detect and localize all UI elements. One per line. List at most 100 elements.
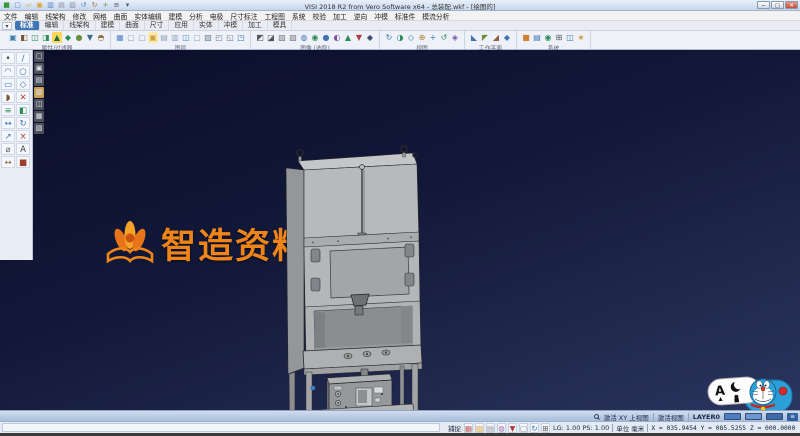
layer-color-button[interactable] [766, 413, 783, 420]
ribbon-tab[interactable]: 尺寸 [145, 21, 170, 30]
select-poly-icon[interactable]: ▨ [288, 32, 298, 43]
rotate-icon[interactable]: ↻ [16, 117, 30, 129]
ribbon-tab[interactable]: 标准 [15, 21, 40, 30]
ribbon-tab[interactable]: 曲面 [120, 21, 145, 30]
menu-item[interactable]: 系统 [292, 11, 306, 21]
filter-text-icon[interactable]: ▼ [85, 32, 95, 43]
ribbon-tab[interactable]: 加工 [243, 21, 268, 30]
dimension-icon[interactable]: ↔ [1, 156, 15, 168]
layer-visibility-icon[interactable]: ▢ [137, 32, 147, 43]
snap-endpoint-icon[interactable]: ▦ [464, 423, 473, 433]
layer-copy-icon[interactable]: ▥ [170, 32, 180, 43]
layer-merge-icon[interactable]: ◱ [225, 32, 235, 43]
view-pan-icon[interactable]: + [428, 32, 438, 43]
minimize-button[interactable]: ─ [757, 1, 770, 9]
workplane-flip-icon[interactable]: ◢ [491, 32, 501, 43]
select-last-icon[interactable]: ◆ [365, 32, 375, 43]
snap-grid-icon[interactable]: ▢ [519, 423, 528, 433]
workplane-align-icon[interactable]: ◤ [480, 32, 490, 43]
ribbon-tab[interactable]: 线架构 [64, 21, 95, 30]
tab-overflow-button[interactable]: ▾ [2, 22, 12, 30]
menu-item[interactable]: 文件 [4, 11, 18, 21]
line-icon[interactable]: / [16, 52, 30, 64]
dock-view-fit-icon[interactable]: ◫ [34, 99, 44, 110]
menu-item[interactable]: 分析 [189, 11, 203, 21]
circle-icon[interactable]: ○ [16, 65, 30, 77]
system-database-icon[interactable]: ▤ [532, 32, 542, 43]
system-window-icon[interactable]: ◫ [565, 32, 575, 43]
snap-midpoint-icon[interactable]: ▨ [475, 423, 484, 433]
attribute-brush-icon[interactable]: ◧ [19, 32, 29, 43]
ribbon-tab[interactable]: 建模 [96, 21, 121, 30]
delete-icon[interactable]: × [16, 130, 30, 142]
text-icon[interactable]: A [16, 143, 30, 155]
layer-group-icon[interactable]: ◰ [214, 32, 224, 43]
close-button[interactable]: ✕ [785, 1, 798, 9]
menu-item[interactable]: 网格 [93, 11, 107, 21]
trim-icon[interactable]: ✕ [16, 91, 30, 103]
menu-item[interactable]: 编辑 [25, 11, 39, 21]
select-single-icon[interactable]: ◩ [255, 32, 265, 43]
system-help-icon[interactable]: ★ [576, 32, 586, 43]
menu-item[interactable]: 冲模 [374, 11, 388, 21]
snap-center-icon[interactable]: ▤ [486, 423, 495, 433]
system-grid-icon[interactable]: ⊞ [554, 32, 564, 43]
view-rotate-icon[interactable]: ↺ [439, 32, 449, 43]
select-box-icon[interactable]: ▧ [277, 32, 287, 43]
layer-color-button[interactable] [724, 413, 741, 420]
filter-wire-icon[interactable]: ◫ [30, 32, 40, 43]
snap-settings-icon[interactable]: ⊞ [541, 423, 550, 433]
snap-refresh-icon[interactable]: ↻ [530, 423, 539, 433]
menu-item[interactable]: 校验 [313, 11, 327, 21]
layer-settings-icon[interactable]: ◳ [236, 32, 246, 43]
menu-item[interactable]: 加工 [333, 11, 347, 21]
dock-view-layers-icon[interactable]: ▧ [34, 123, 44, 134]
menu-item[interactable]: 逆向 [354, 11, 368, 21]
select-add-icon[interactable]: ▲ [343, 32, 353, 43]
select-color-icon[interactable]: ▣ [8, 32, 18, 43]
menu-item[interactable]: 电极 [210, 11, 224, 21]
select-remove-icon[interactable]: ▼ [354, 32, 364, 43]
menu-item[interactable]: 模流分析 [422, 11, 449, 21]
snap-quadrant-icon[interactable]: ▼ [508, 423, 517, 433]
layer-color-button[interactable] [745, 413, 762, 420]
system-settings-icon[interactable]: ■ [521, 32, 531, 43]
layer-off-icon[interactable]: ▢ [192, 32, 202, 43]
statusbar-grip-button[interactable]: ≡ [787, 413, 798, 421]
fillet-icon[interactable]: ◗ [1, 91, 15, 103]
menu-item[interactable]: 修改 [73, 11, 87, 21]
mirror-icon[interactable]: ◧ [16, 104, 30, 116]
layer-filter-icon[interactable]: ▧ [203, 32, 213, 43]
dock-view-front-icon[interactable]: ▣ [34, 63, 44, 74]
machine-model[interactable] [278, 122, 433, 436]
menu-item[interactable]: 线架构 [45, 11, 65, 21]
polygon-icon[interactable]: ◇ [16, 78, 30, 90]
move-icon[interactable]: ↔ [1, 117, 15, 129]
dock-view-iso-icon[interactable]: ▥ [34, 87, 44, 98]
ribbon-tab[interactable]: 冲模 [219, 21, 244, 30]
menu-item[interactable]: 尺寸标注 [230, 11, 257, 21]
system-info-icon[interactable]: ◉ [543, 32, 553, 43]
arc-icon[interactable]: ◠ [1, 65, 15, 77]
command-prompt-field[interactable] [2, 423, 440, 432]
material-icon[interactable]: ■ [16, 156, 30, 168]
offset-icon[interactable]: ≡ [1, 104, 15, 116]
filter-all-icon[interactable]: ◆ [63, 32, 73, 43]
layer-lock-icon[interactable]: ◫ [181, 32, 191, 43]
layer-selector[interactable]: LAYER0 [693, 413, 720, 421]
snap-intersection-icon[interactable]: ◍ [497, 423, 506, 433]
filter-layer-icon[interactable]: ◓ [96, 32, 106, 43]
layer-new-icon[interactable]: ▦ [115, 32, 125, 43]
menu-item[interactable]: 建模 [169, 11, 183, 21]
menu-item[interactable]: 工程图 [265, 11, 285, 21]
select-chain-icon[interactable]: ◪ [266, 32, 276, 43]
select-invert-icon[interactable]: ◐ [332, 32, 342, 43]
activate-view-button[interactable]: 激活视图 [658, 412, 684, 422]
layer-current-icon[interactable]: ▣ [148, 32, 158, 43]
menu-item[interactable]: 曲面 [114, 11, 128, 21]
view-wireframe-icon[interactable]: ◇ [406, 32, 416, 43]
ribbon-tab[interactable]: 模具 [268, 21, 293, 30]
ribbon-tab[interactable]: 应用 [169, 21, 194, 30]
dock-view-side-icon[interactable]: ▤ [34, 75, 44, 86]
dock-view-shade-icon[interactable]: ▦ [34, 111, 44, 122]
